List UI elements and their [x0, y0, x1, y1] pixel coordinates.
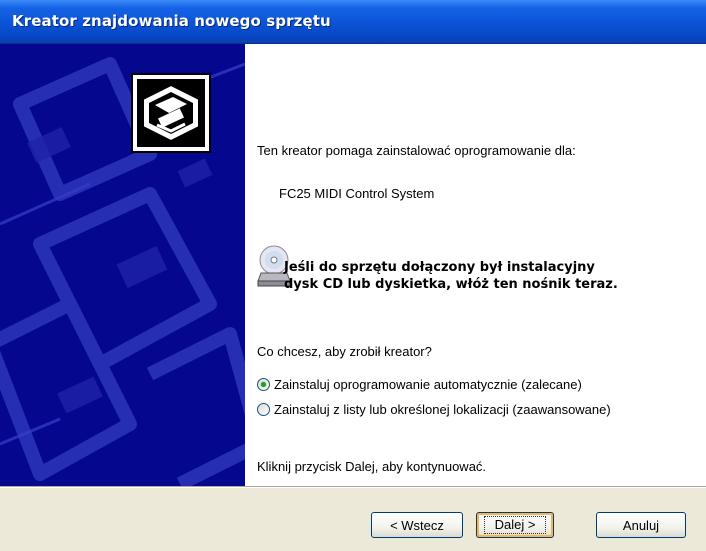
cancel-button-label: Anuluj	[622, 517, 660, 533]
question-text: Co chcesz, aby zrobił kreator?	[257, 344, 432, 359]
intro-text: Ten kreator pomaga zainstalować oprogram…	[257, 143, 576, 158]
insert-media-line-2: dysk CD lub dyskietka, włóż ten nośnik t…	[284, 277, 618, 292]
back-button-label: < Wstecz	[390, 517, 444, 533]
radio-button[interactable]	[257, 403, 270, 416]
window-right-edge	[694, 44, 706, 486]
hardware-wizard-icon	[131, 73, 211, 153]
option-install-automatically[interactable]: Zainstaluj oprogramowanie automatycznie …	[257, 377, 582, 392]
wizard-content: Ten kreator pomaga zainstalować oprogram…	[245, 44, 694, 486]
insert-media-message: Jeśli do sprzętu dołączony był instalacy…	[284, 259, 618, 293]
next-button-label: Dalej >	[483, 516, 547, 534]
radio-button-selected[interactable]	[257, 378, 270, 391]
option-label-advanced[interactable]: Zainstaluj z listy lub określonej lokali…	[274, 402, 611, 417]
cancel-button[interactable]: Anuluj	[596, 512, 686, 538]
continue-hint: Kliknij przycisk Dalej, aby kontynuować.	[257, 459, 487, 474]
device-name: FC25 MIDI Control System	[279, 186, 435, 201]
next-button[interactable]: Dalej >	[476, 512, 554, 538]
back-button[interactable]: < Wstecz	[371, 512, 463, 538]
title-bar[interactable]: Kreator znajdowania nowego sprzętu	[0, 0, 706, 44]
option-install-from-list[interactable]: Zainstaluj z listy lub określonej lokali…	[257, 402, 611, 417]
window-title: Kreator znajdowania nowego sprzętu	[12, 12, 331, 30]
option-label-automatic[interactable]: Zainstaluj oprogramowanie automatycznie …	[274, 377, 582, 392]
insert-media-line-1: Jeśli do sprzętu dołączony był instalacy…	[284, 260, 595, 275]
wizard-sidebar-banner	[0, 44, 245, 486]
